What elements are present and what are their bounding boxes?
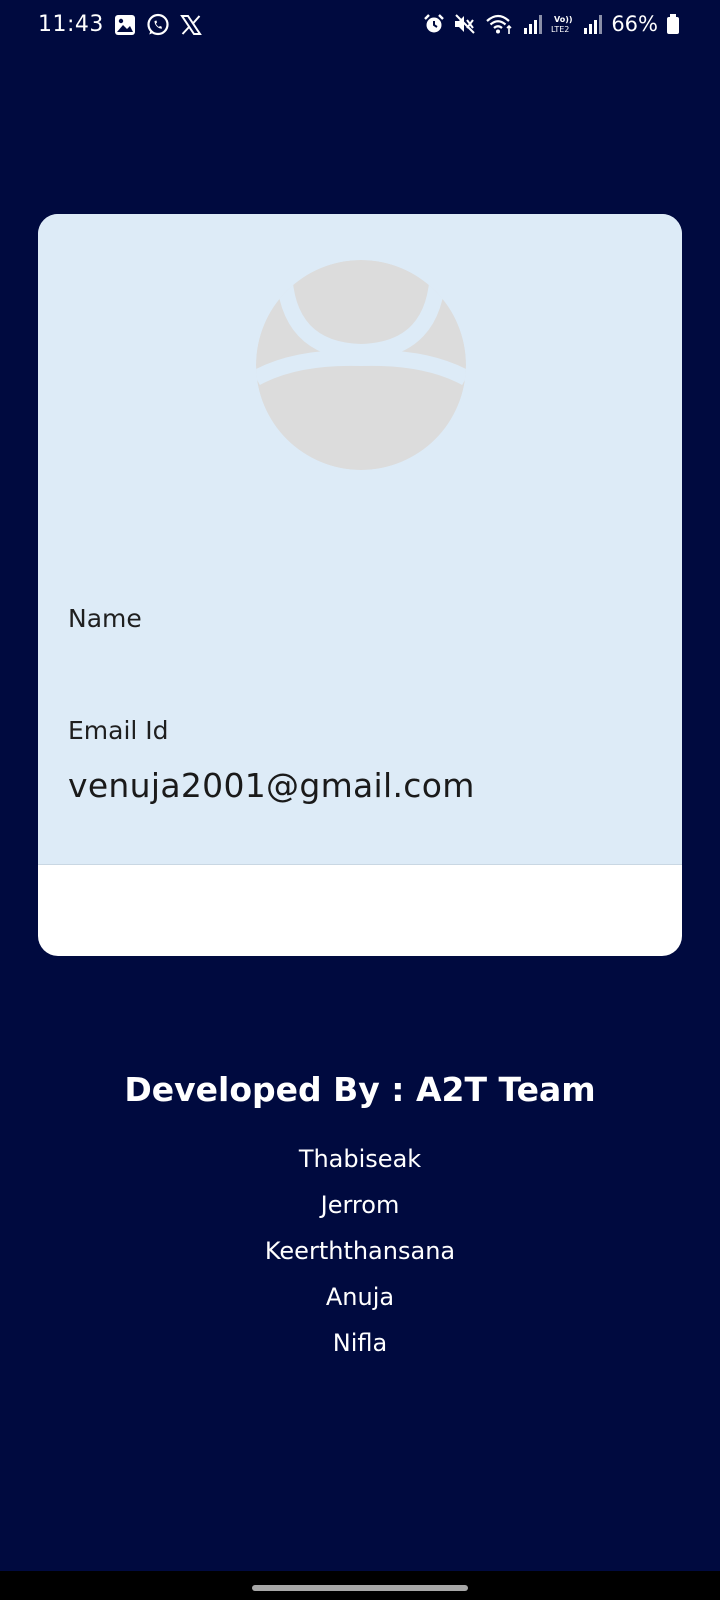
signal-icon	[523, 13, 543, 35]
developer-name: Nifla	[332, 1329, 388, 1357]
mute-icon	[453, 13, 477, 35]
alarm-icon	[423, 13, 445, 35]
battery-percentage: 66%	[611, 12, 658, 36]
svg-text:Vo)): Vo))	[554, 15, 573, 24]
whatsapp-icon	[146, 13, 170, 37]
navigation-bar	[0, 1571, 720, 1600]
signal-icon	[583, 13, 603, 35]
gallery-icon	[114, 14, 136, 36]
developer-name: Jerrom	[320, 1191, 400, 1219]
avatar-placeholder-icon	[256, 260, 466, 470]
profile-card-header: Name Email Id venuja2001@gmail.com	[38, 214, 682, 865]
developer-name: Keerththansana	[264, 1237, 456, 1265]
profile-card: Name Email Id venuja2001@gmail.com	[38, 214, 682, 956]
developers-list: Thabiseak Jerrom Keerththansana Anuja Ni…	[0, 1136, 720, 1366]
x-icon	[180, 14, 202, 36]
developer-name: Anuja	[325, 1283, 395, 1311]
battery-icon	[666, 13, 680, 35]
email-label: Email Id	[68, 716, 169, 745]
volte-icon: Vo)) LTE2	[551, 13, 575, 35]
email-value: venuja2001@gmail.com	[68, 766, 475, 805]
status-bar: 11:43 Vo)) LTE2 66%	[0, 0, 720, 56]
status-time: 11:43	[38, 12, 104, 37]
name-label: Name	[68, 604, 142, 633]
status-left: 11:43	[38, 12, 202, 37]
developers-heading: Developed By : A2T Team	[124, 1070, 596, 1109]
status-right: Vo)) LTE2 66%	[423, 12, 680, 36]
svg-text:LTE2: LTE2	[551, 25, 569, 34]
developer-name: Thabiseak	[298, 1145, 422, 1173]
wifi-icon	[485, 13, 515, 35]
home-indicator[interactable]	[252, 1585, 468, 1591]
